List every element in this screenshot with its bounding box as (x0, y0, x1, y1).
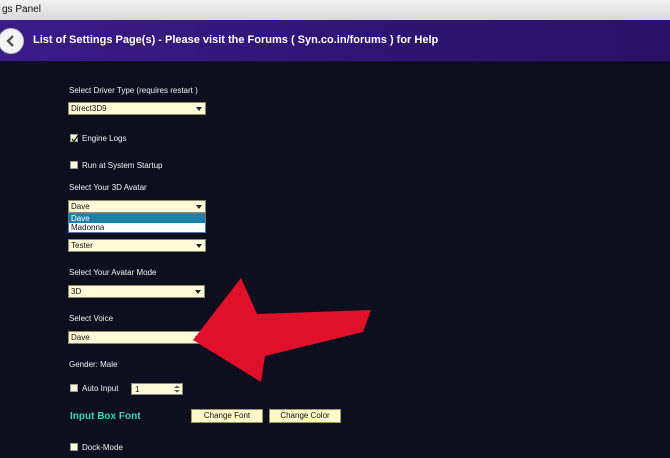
input-box-font-heading: Input Box Font (70, 411, 141, 422)
chevron-down-icon (196, 244, 202, 248)
avatar-option-dave[interactable]: Dave (69, 214, 205, 223)
avatar-mode-value: 3D (71, 287, 82, 296)
avatar-dropdown-list: Dave Madonna (68, 213, 206, 233)
driver-type-select[interactable]: Direct3D9 (68, 102, 206, 115)
avatar-mode-label: Select Your Avatar Mode (69, 268, 157, 277)
engine-logs-checkbox[interactable] (70, 134, 79, 143)
driver-type-value: Direct3D9 (71, 104, 107, 113)
avatar-label: Select Your 3D Avatar (69, 183, 147, 192)
gender-label: Gender: Male (69, 360, 118, 369)
auto-input-value: 1 (135, 385, 140, 394)
header-bar: List of Settings Page(s) - Please visit … (0, 20, 670, 62)
engine-logs-label: Engine Logs (82, 134, 127, 143)
auto-input-label: Auto Input (82, 384, 119, 393)
driver-type-label: Select Driver Type (requires restart ) (69, 86, 198, 95)
page-title: List of Settings Page(s) - Please visit … (33, 34, 439, 46)
back-arrow-icon (6, 35, 14, 47)
pointer-arrow-overlay (193, 278, 371, 382)
profile-value: Tester (71, 241, 93, 250)
auto-input-checkbox[interactable] (70, 384, 78, 392)
checkmark-icon (71, 135, 79, 143)
window-titlebar: gs Panel (0, 0, 670, 21)
profile-select[interactable]: Tester (68, 239, 206, 252)
back-button[interactable] (0, 28, 24, 54)
avatar-value: Dave (71, 202, 90, 211)
voice-value: Dave (71, 333, 90, 342)
avatar-option-madonna[interactable]: Madonna (69, 223, 205, 232)
avatar-select[interactable]: Dave (68, 200, 206, 213)
change-font-button[interactable]: Change Font (191, 409, 263, 423)
dock-mode-label: Dock-Mode (82, 443, 123, 452)
voice-label: Select Voice (69, 314, 114, 323)
window-title: gs Panel (2, 4, 41, 15)
chevron-down-icon (196, 205, 202, 209)
spin-arrows-icon[interactable] (173, 385, 181, 393)
startup-label: Run at System Startup (82, 161, 163, 170)
dock-mode-checkbox[interactable] (70, 443, 78, 451)
chevron-down-icon (196, 107, 202, 111)
startup-checkbox[interactable] (70, 161, 78, 169)
change-color-button[interactable]: Change Color (269, 409, 341, 423)
auto-input-stepper[interactable]: 1 (131, 383, 183, 395)
